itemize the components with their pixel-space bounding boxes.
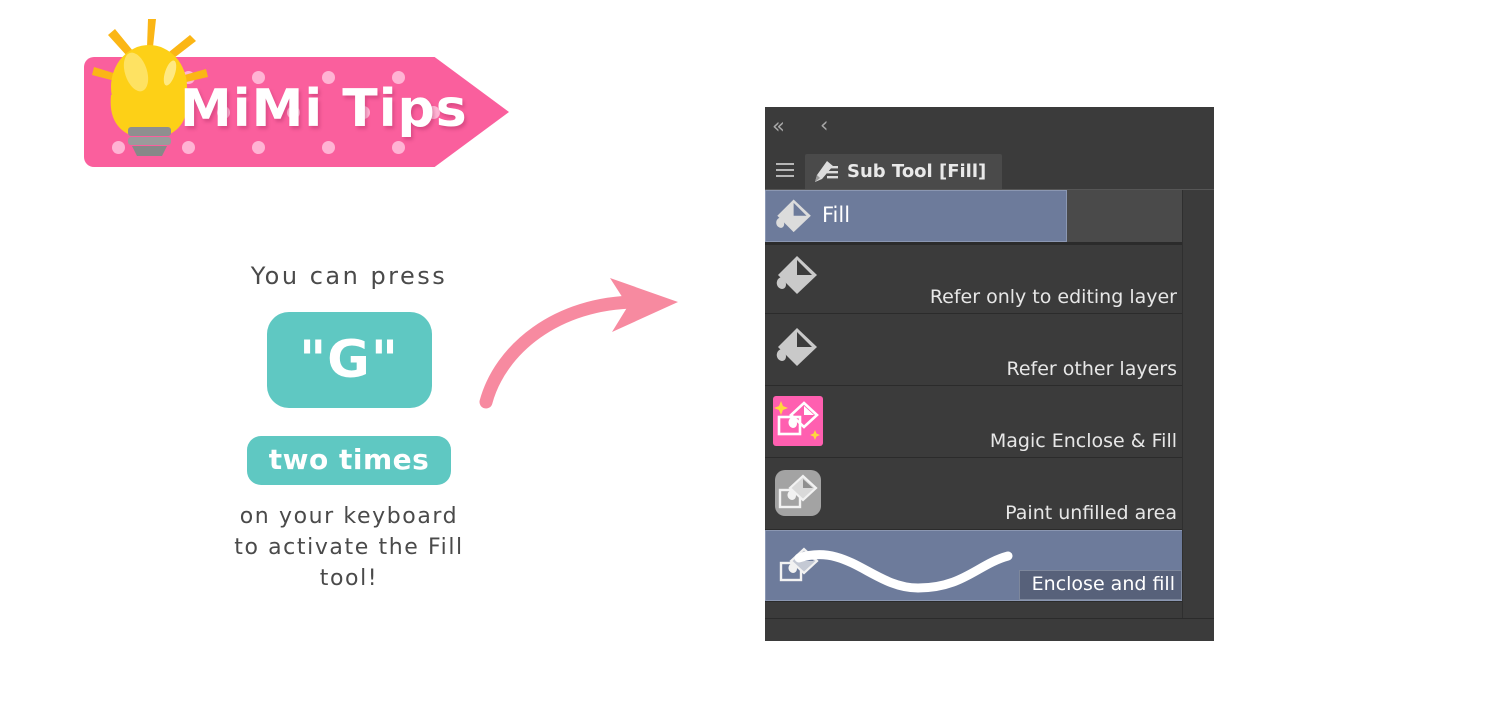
magic-enclose-fill-icon xyxy=(773,396,823,446)
panel-footer xyxy=(765,618,1214,641)
sub-tool-label: Magic Enclose & Fill xyxy=(989,430,1177,452)
sub-tool-item-fill[interactable]: Fill xyxy=(765,190,1214,245)
curved-arrow-icon xyxy=(479,278,678,409)
logo-title: MiMi Tips xyxy=(180,79,468,139)
enclose-and-fill-icon xyxy=(779,547,819,582)
paint-bucket-icon xyxy=(776,256,817,294)
hamburger-menu-icon[interactable] xyxy=(776,163,794,177)
repeat-chip-label: two times xyxy=(268,443,430,476)
tab-sub-tool-fill[interactable]: Sub Tool [Fill] xyxy=(805,154,1003,189)
sub-tool-tooltip-enclose-and-fill: Enclose and fill xyxy=(1018,570,1182,600)
sub-tool-list: Fill Refer only to editing layer Refer o… xyxy=(765,189,1214,620)
sub-tool-item-refer-other-layers[interactable]: Refer other layers xyxy=(765,314,1214,386)
repeat-chip: two times xyxy=(246,436,452,485)
sub-tool-label: Fill xyxy=(822,203,851,227)
key-chip-g: "G" xyxy=(266,312,432,408)
panel-tabbar: Sub Tool [Fill] xyxy=(765,154,1214,189)
panel-scrollbar[interactable] xyxy=(1182,190,1214,620)
sub-tool-panel: « ‹ Sub Tool [Fill] Fill Refer only to e… xyxy=(765,107,1214,641)
paint-unfilled-area-icon xyxy=(775,470,821,516)
tip-closing-line: on your keyboard to activate the Fill to… xyxy=(234,504,464,592)
mimi-tips-logo: MiMi Tips xyxy=(84,19,509,167)
collapse-all-icon[interactable]: « xyxy=(772,116,785,137)
sub-tool-item-enclose-and-fill[interactable]: Enclose and fill xyxy=(765,530,1214,602)
sub-tool-label: Refer other layers xyxy=(1006,358,1178,380)
paint-bucket-icon xyxy=(776,199,811,233)
sub-tool-item-refer-editing-layer[interactable]: Refer only to editing layer xyxy=(765,242,1214,314)
collapse-one-icon[interactable]: ‹ xyxy=(820,115,828,136)
key-chip-label: "G" xyxy=(299,330,399,390)
tip-body: You can press "G" two times on your keyb… xyxy=(168,262,530,595)
sub-tool-label: Refer only to editing layer xyxy=(929,286,1177,308)
paint-bucket-icon xyxy=(776,328,817,366)
panel-topbar: « ‹ xyxy=(765,107,1214,154)
tip-intro-line: You can press xyxy=(250,262,448,290)
sub-tool-item-paint-unfilled-area[interactable]: Paint unfilled area xyxy=(765,458,1214,530)
sub-tool-pencil-icon xyxy=(815,160,838,182)
tab-sub-tool-label: Sub Tool [Fill] xyxy=(847,161,987,182)
sub-tool-label: Paint unfilled area xyxy=(1005,502,1177,524)
row-fill-empty-area xyxy=(1067,190,1183,242)
sub-tool-item-magic-enclose-fill[interactable]: Magic Enclose & Fill xyxy=(765,386,1214,458)
